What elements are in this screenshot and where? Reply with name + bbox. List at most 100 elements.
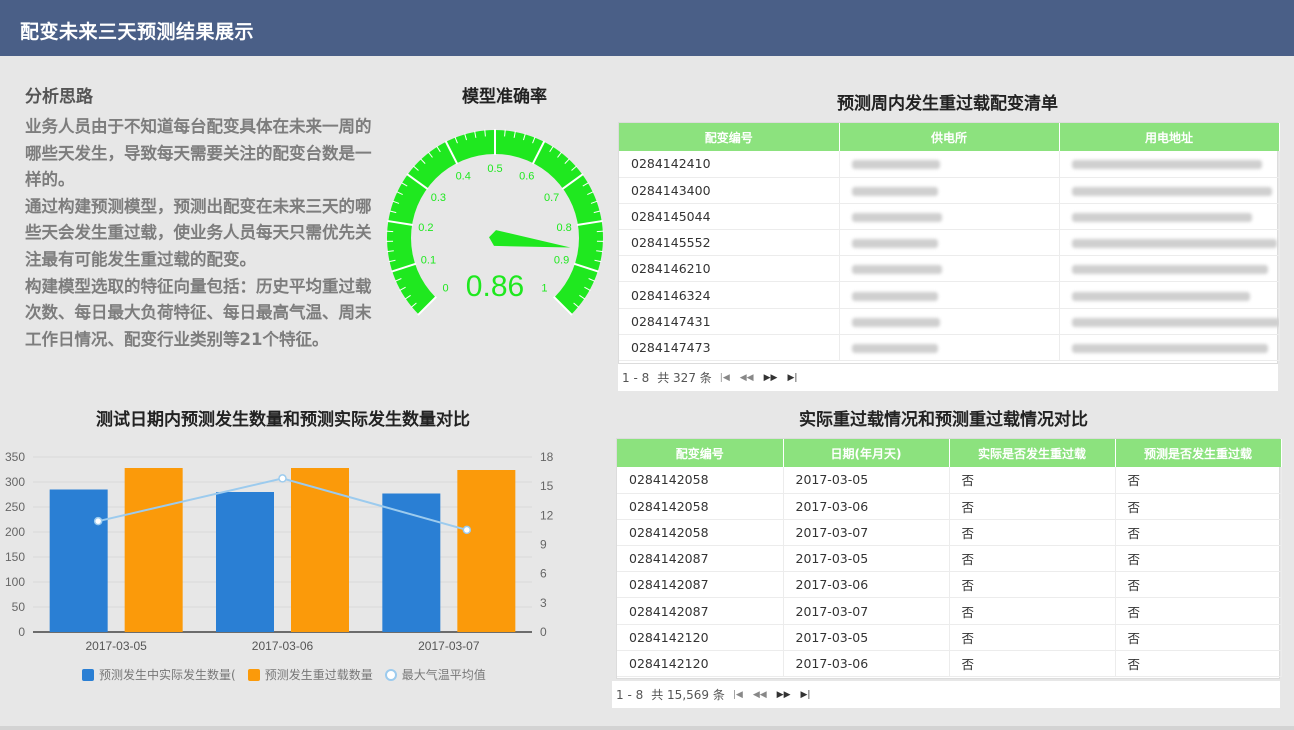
table-row[interactable]: 0284147431 — [619, 308, 1280, 335]
cell-address-redacted — [1059, 177, 1280, 204]
cell-actual-overload: 否 — [949, 650, 1116, 678]
column-header-address[interactable]: 用电地址 — [1059, 123, 1280, 151]
app-header: 配变未来三天预测结果展示 — [0, 0, 1294, 56]
table-row[interactable]: 0284146324 — [619, 281, 1280, 309]
gauge-tick-label: 0.7 — [544, 192, 559, 204]
y-right-tick-label: 12 — [540, 508, 554, 522]
y-right-tick-label: 0 — [540, 625, 547, 639]
column-header-station[interactable]: 供电所 — [839, 123, 1060, 151]
bar-actual[interactable] — [216, 492, 274, 632]
pager-total: 共 327 条 — [657, 371, 712, 385]
legend-label: 预测发生中实际发生数量( — [99, 668, 236, 682]
cell-station-redacted — [839, 281, 1060, 309]
page-title: 配变未来三天预测结果展示 — [20, 21, 255, 43]
analysis-title: 分析思路 — [25, 87, 93, 107]
bar-predicted[interactable] — [457, 470, 516, 632]
table-row[interactable]: 0284145552 — [619, 229, 1280, 257]
cell-station-redacted — [839, 255, 1060, 283]
cell-predicted-overload: 否 — [1115, 571, 1282, 599]
y-tick-label: 300 — [5, 475, 25, 489]
table-row[interactable]: 0284146210 — [619, 255, 1280, 283]
y-right-tick-label: 18 — [540, 450, 554, 464]
prev-page-icon[interactable]: ◀◀ — [753, 690, 767, 700]
overload-list-grid: 配变编号 供电所 用电地址 0284142410 0284143400 028414… — [618, 122, 1280, 364]
cell-address-redacted — [1059, 151, 1280, 178]
cell-address-redacted — [1059, 334, 1280, 362]
x-tick-label: 2017-03-06 — [252, 639, 314, 653]
line-point[interactable] — [462, 525, 472, 535]
table-row[interactable]: 0284147473 — [619, 334, 1280, 362]
bar-predicted[interactable] — [124, 468, 183, 632]
cell-transformer-id: 0284146210 — [619, 255, 840, 283]
cell-station-redacted — [839, 177, 1060, 204]
column-header-transformer-id[interactable]: 配变编号 — [619, 123, 840, 151]
analysis-text: 业务人员由于不知道每台配变具体在未来一周的哪些天发生，导致每天需要关注的配变台数… — [25, 114, 377, 353]
legend-item-actual[interactable]: 预测发生中实际发生数量( — [82, 666, 236, 683]
column-header-actual-overload[interactable]: 实际是否发生重过载 — [949, 439, 1116, 467]
gauge-tick-label: 0.3 — [431, 192, 446, 204]
cell-date: 2017-03-06 — [783, 493, 950, 520]
y-right-tick-label: 3 — [540, 596, 547, 610]
bar-predicted[interactable] — [291, 468, 349, 632]
gauge-tick-label: 0.9 — [554, 255, 569, 267]
gauge-tick-label: 0.2 — [418, 222, 433, 234]
cell-date: 2017-03-05 — [783, 624, 950, 651]
legend-item-temperature[interactable]: 最大气温平均值 — [384, 666, 486, 683]
gauge-minor-tick — [484, 129, 486, 137]
legend-item-predicted[interactable]: 预测发生重过载数量 — [247, 666, 373, 683]
table-row[interactable]: 0284142410 — [619, 151, 1280, 178]
line-point[interactable] — [278, 474, 287, 483]
compare-grid: 配变编号 日期(年月天) 实际是否发生重过载 预测是否发生重过载 0284142… — [616, 438, 1282, 679]
cell-date: 2017-03-05 — [783, 467, 950, 494]
table-row[interactable]: 0284142058 2017-03-06 否否 — [617, 493, 1282, 520]
cell-predicted-overload: 否 — [1115, 650, 1282, 678]
cell-transformer-id: 0284142058 — [617, 467, 784, 494]
cell-transformer-id: 0284145552 — [619, 229, 840, 257]
y-tick-label: 350 — [5, 450, 25, 464]
cell-address-redacted — [1059, 255, 1280, 283]
first-page-icon[interactable]: |◀ — [733, 690, 743, 700]
cell-transformer-id: 0284142120 — [617, 650, 784, 678]
cell-date: 2017-03-07 — [783, 597, 950, 625]
next-page-icon[interactable]: ▶▶ — [777, 690, 791, 700]
cell-predicted-overload: 否 — [1115, 519, 1282, 547]
legend-swatch — [384, 668, 397, 681]
table-row[interactable]: 0284142058 2017-03-07 否否 — [617, 519, 1282, 547]
cell-transformer-id: 0284142120 — [617, 624, 784, 651]
gauge-title: 模型准确率 — [462, 87, 547, 107]
y-tick-label: 200 — [5, 525, 25, 539]
cell-transformer-id: 0284147431 — [619, 308, 840, 335]
cell-date: 2017-03-05 — [783, 545, 950, 573]
prev-page-icon[interactable]: ◀◀ — [740, 373, 754, 383]
cell-date: 2017-03-06 — [783, 650, 950, 678]
cell-address-redacted — [1059, 203, 1280, 231]
column-header-transformer-id[interactable]: 配变编号 — [617, 439, 784, 467]
table-row[interactable]: 0284142087 2017-03-06 否否 — [617, 571, 1282, 599]
table-row[interactable]: 0284142087 2017-03-07 否否 — [617, 597, 1282, 625]
analysis-paragraph: 业务人员由于不知道每台配变具体在未来一周的哪些天发生，导致每天需要关注的配变台数… — [25, 117, 372, 190]
grid-header-row: 配变编号 供电所 用电地址 — [619, 123, 1280, 151]
y-tick-label: 50 — [12, 600, 26, 614]
last-page-icon[interactable]: ▶| — [801, 690, 811, 700]
cell-predicted-overload: 否 — [1115, 493, 1282, 520]
accuracy-gauge: 0 0.1 0.2 0.3 0.4 0.5 0.6 0.7 0.8 0.9 1 0.86 — [386, 129, 604, 316]
y-tick-label: 0 — [18, 625, 25, 639]
table-row[interactable]: 0284142058 2017-03-05 否否 — [617, 467, 1282, 494]
list-pager: 1 - 8 共 327 条 |◀ ◀◀ ▶▶ ▶| — [618, 364, 1278, 391]
y-right-tick-label: 15 — [540, 479, 554, 493]
column-header-date[interactable]: 日期(年月天) — [783, 439, 950, 467]
table-row[interactable]: 0284142120 2017-03-06 否否 — [617, 650, 1282, 678]
line-point[interactable] — [93, 516, 103, 526]
first-page-icon[interactable]: |◀ — [720, 373, 730, 383]
last-page-icon[interactable]: ▶| — [787, 373, 797, 383]
gauge-minor-tick — [504, 129, 506, 137]
grid-header-row: 配变编号 日期(年月天) 实际是否发生重过载 预测是否发生重过载 — [617, 439, 1282, 467]
table-row[interactable]: 0284142120 2017-03-05 否否 — [617, 624, 1282, 651]
next-page-icon[interactable]: ▶▶ — [764, 373, 778, 383]
table-row[interactable]: 0284142087 2017-03-05 否否 — [617, 545, 1282, 573]
analysis-paragraph: 构建模型选取的特征向量包括：历史平均重过载次数、每日最大负荷特征、每日最高气温、… — [25, 276, 372, 349]
table-row[interactable]: 0284143400 — [619, 177, 1280, 204]
bar-actual[interactable] — [49, 489, 108, 633]
column-header-predicted-overload[interactable]: 预测是否发生重过载 — [1115, 439, 1282, 467]
table-row[interactable]: 0284145044 — [619, 203, 1280, 231]
